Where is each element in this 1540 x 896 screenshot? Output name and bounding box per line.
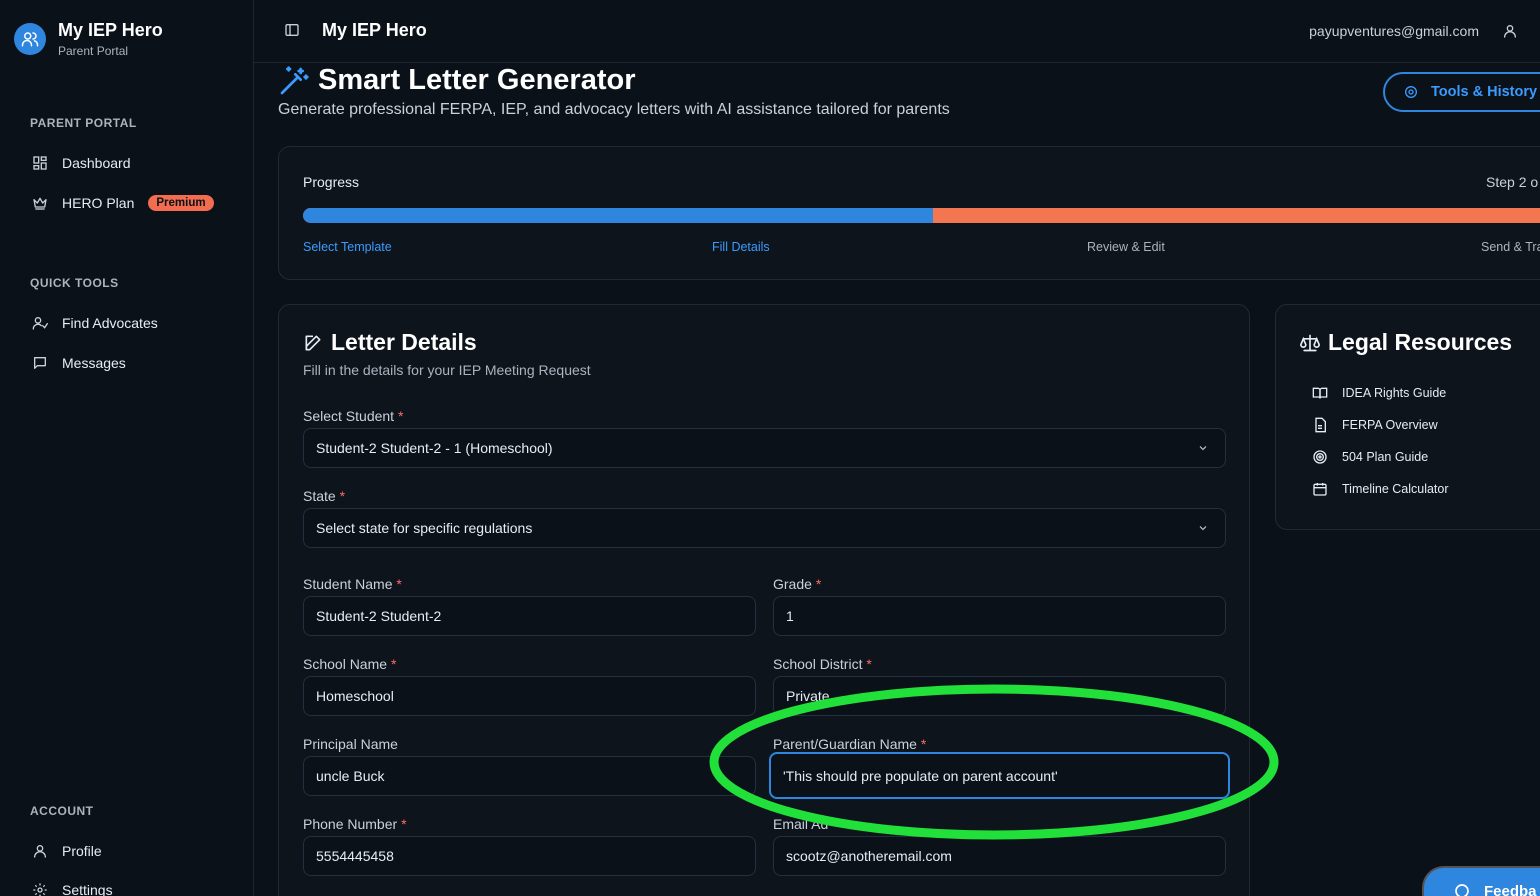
principal-name-input[interactable]: uncle Buck — [303, 756, 756, 796]
sidebar-item-settings[interactable]: Settings — [32, 878, 113, 896]
select-student-value: Student-2 Student-2 - 1 (Homeschool) — [316, 440, 553, 456]
legal-item-idea-rights[interactable]: IDEA Rights Guide — [1312, 385, 1446, 401]
principal-name-label: Principal Name — [303, 736, 398, 752]
progress-bar-fill — [303, 208, 933, 223]
section-quick-tools: QUICK TOOLS — [30, 276, 119, 290]
user-search-icon — [32, 317, 48, 330]
step-review-edit[interactable]: Review & Edit — [1087, 240, 1165, 254]
chevron-down-icon — [1199, 446, 1207, 451]
select-student-dropdown[interactable]: Student-2 Student-2 - 1 (Homeschool) — [303, 428, 1226, 468]
letter-details-title-text: Letter Details — [331, 329, 477, 355]
select-student-label: Select Student * — [303, 408, 404, 424]
sidebar-item-messages[interactable]: Messages — [32, 351, 126, 375]
letter-details-subtitle: Fill in the details for your IEP Meeting… — [303, 362, 591, 378]
school-name-input[interactable]: Homeschool — [303, 676, 756, 716]
sidebar-item-label: Profile — [62, 843, 102, 859]
user-icon — [34, 845, 46, 858]
scale-icon — [1300, 334, 1320, 351]
sidebar-item-find-advocates[interactable]: Find Advocates — [32, 311, 158, 335]
legal-item-label: 504 Plan Guide — [1342, 450, 1429, 464]
email-label: Email Ad * — [773, 816, 838, 832]
step-send-track[interactable]: Send & Tra — [1481, 240, 1540, 254]
sidebar-item-label: Messages — [62, 355, 126, 371]
letter-details-title: Letter Details — [303, 329, 477, 356]
crown-icon — [33, 197, 47, 210]
sidebar: My IEP Hero Parent Portal PARENT PORTAL … — [0, 0, 254, 896]
brand[interactable]: My IEP Hero Parent Portal — [14, 20, 163, 58]
legal-item-label: Timeline Calculator — [1342, 482, 1449, 496]
dashboard-icon — [33, 156, 47, 170]
state-value: Select state for specific regulations — [316, 520, 533, 536]
users-icon — [14, 23, 46, 55]
tools-history-button[interactable]: Tools & History — [1383, 72, 1540, 112]
user-menu-icon[interactable] — [1502, 23, 1518, 39]
legal-resources-title: Legal Resources — [1300, 329, 1512, 356]
top-header: My IEP Hero payupventures@gmail.com — [254, 0, 1540, 63]
gear-icon — [33, 883, 47, 896]
progress-step-count: Step 2 o — [1486, 174, 1539, 190]
legal-item-timeline-calculator[interactable]: Timeline Calculator — [1312, 481, 1449, 497]
message-icon — [34, 357, 46, 369]
email-input[interactable]: scootz@anotheremail.com — [773, 836, 1226, 876]
letter-details-card: Letter Details Fill in the details for y… — [278, 304, 1250, 896]
sidebar-item-label: Find Advocates — [62, 315, 158, 331]
legal-item-504-plan[interactable]: 504 Plan Guide — [1312, 449, 1428, 465]
sidebar-item-label: Settings — [62, 882, 113, 896]
gear-icon — [1405, 86, 1417, 98]
student-name-label: Student Name * — [303, 576, 402, 592]
legal-item-label: IDEA Rights Guide — [1342, 386, 1447, 400]
tools-history-label: Tools & History — [1431, 84, 1538, 100]
step-fill-details[interactable]: Fill Details — [712, 240, 770, 254]
document-icon — [1315, 417, 1326, 433]
brand-subtitle: Parent Portal — [58, 44, 129, 58]
sidebar-item-label: HERO Plan — [62, 195, 135, 211]
legal-resources-title-text: Legal Resources — [1328, 329, 1513, 355]
section-account: ACCOUNT — [30, 804, 94, 818]
step-select-template[interactable]: Select Template — [303, 240, 392, 254]
section-parent-portal: PARENT PORTAL — [30, 116, 137, 130]
book-icon — [1312, 387, 1328, 399]
user-email: payupventures@gmail.com — [1309, 23, 1479, 39]
state-dropdown[interactable]: Select state for specific regulations — [303, 508, 1226, 548]
header-title: My IEP Hero — [322, 20, 427, 40]
premium-badge: Premium — [148, 195, 214, 211]
student-name-input[interactable]: Student-2 Student-2 — [303, 596, 756, 636]
calendar-icon — [1313, 483, 1327, 496]
legal-resources-card: Legal Resources IDEA Rights Guide FERPA … — [1275, 304, 1540, 530]
chevron-down-icon — [1199, 526, 1207, 531]
brand-title: My IEP Hero — [58, 20, 163, 40]
legal-item-ferpa[interactable]: FERPA Overview — [1312, 417, 1438, 433]
sidebar-item-hero-plan[interactable]: HERO Plan Premium — [32, 191, 214, 215]
edit-icon — [305, 335, 321, 350]
school-name-label: School Name * — [303, 656, 397, 672]
chat-icon — [1455, 884, 1469, 896]
school-district-input[interactable]: Private — [773, 676, 1226, 716]
magic-wand-icon — [280, 65, 309, 94]
page-title: Smart Letter Generator — [278, 64, 636, 97]
progress-label: Progress — [303, 174, 360, 190]
sidebar-item-profile[interactable]: Profile — [32, 839, 102, 863]
sidebar-item-label: Dashboard — [62, 155, 131, 171]
sidebar-item-dashboard[interactable]: Dashboard — [32, 151, 131, 175]
feedback-label: Feedba — [1484, 882, 1537, 896]
progress-card: Progress Step 2 o Select Template Fill D… — [278, 146, 1540, 280]
phone-input[interactable]: 5554445458 — [303, 836, 756, 876]
parent-name-label: Parent/Guardian Name * — [773, 736, 927, 752]
legal-item-label: FERPA Overview — [1342, 418, 1438, 432]
target-icon — [1313, 450, 1327, 464]
school-district-label: School District * — [773, 656, 872, 672]
state-label: State * — [303, 488, 346, 504]
grade-input[interactable]: 1 — [773, 596, 1226, 636]
feedback-button[interactable]: Feedba — [1422, 866, 1540, 896]
phone-label: Phone Number * — [303, 816, 407, 832]
grade-label: Grade * — [773, 576, 822, 592]
progress-bar — [303, 208, 1540, 223]
page-title-text: Smart Letter Generator — [318, 64, 636, 96]
parent-name-input[interactable]: 'This should pre populate on parent acco… — [769, 752, 1230, 799]
page-subtitle: Generate professional FERPA, IEP, and ad… — [278, 101, 950, 118]
sidebar-toggle-icon[interactable] — [284, 22, 300, 38]
